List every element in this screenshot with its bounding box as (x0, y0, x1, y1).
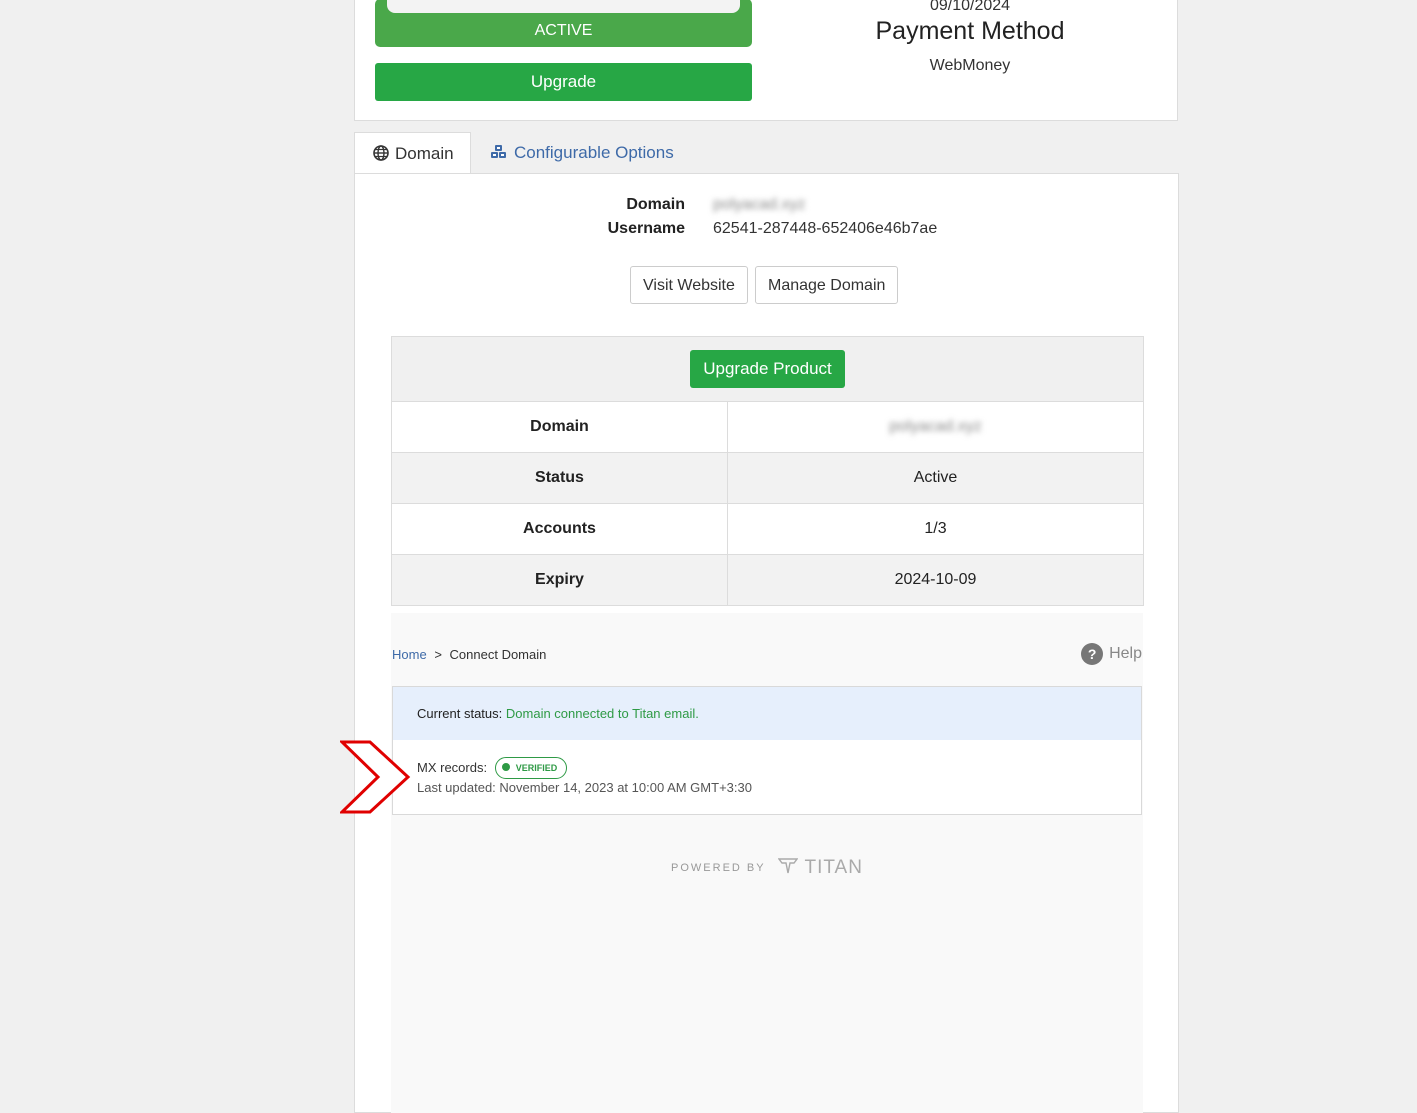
table-row: Expiry 2024-10-09 (391, 554, 1144, 606)
current-status-label: Current status: (417, 706, 503, 721)
last-updated-text: Last updated: November 14, 2023 at 10:00… (417, 780, 752, 795)
red-chevron-annotation-icon (340, 740, 411, 814)
help-link[interactable]: ? Help (1081, 643, 1142, 665)
service-summary-card: ACTIVE Upgrade 09/10/2024 Payment Method… (354, 0, 1178, 121)
status-dot-icon (501, 763, 510, 771)
row-key: Status (391, 452, 728, 504)
globe-icon (373, 145, 389, 161)
row-value: 2024-10-09 (727, 554, 1144, 606)
cubes-icon (491, 145, 506, 158)
visit-website-button[interactable]: Visit Website (630, 266, 748, 304)
tab-configurable-options-label: Configurable Options (514, 143, 674, 162)
powered-by-titan: POWERED BY TITAN (391, 857, 1143, 879)
mx-records-row: MX records: VERIFIED (417, 757, 568, 779)
titan-connect-domain-frame: Home > Connect Domain ? Help Current stat… (391, 613, 1143, 1113)
row-value: polyacad.xyz (727, 401, 1144, 453)
current-status-header: Current status: Domain connected to Tita… (393, 687, 1141, 740)
table-row: Accounts 1/3 (391, 503, 1144, 555)
username-value: 62541-287448-652406e46b7ae (713, 220, 938, 237)
question-circle-icon: ? (1081, 643, 1104, 665)
breadcrumb-current: Connect Domain (449, 647, 547, 662)
domain-tab-panel: Domain polyacad.xyz Username 62541-28744… (354, 173, 1179, 1113)
help-label: Help (1109, 645, 1142, 663)
status-label: ACTIVE (534, 22, 593, 39)
status-indicator: ACTIVE (375, 0, 752, 47)
tab-configurable-options[interactable]: Configurable Options (490, 132, 674, 174)
powered-by-label: POWERED BY (671, 862, 766, 874)
row-value: 1/3 (727, 503, 1144, 555)
due-date: 09/10/2024 (929, 0, 1011, 14)
row-key: Expiry (391, 554, 728, 606)
row-key: Domain (391, 401, 728, 453)
current-status-value: Domain connected to Titan email. (505, 706, 699, 721)
connection-status-box: Current status: Domain connected to Tita… (392, 686, 1142, 815)
verified-badge-label: VERIFIED (515, 763, 558, 773)
table-row: Domain polyacad.xyz (391, 401, 1144, 453)
payment-method-title: Payment Method (875, 17, 1065, 45)
breadcrumb-home-link[interactable]: Home (392, 647, 427, 662)
row-value: Active (727, 452, 1144, 504)
upgrade-product-button[interactable]: Upgrade Product (690, 350, 845, 388)
active-status-bar: ACTIVE (375, 0, 752, 47)
titan-logo-icon (778, 858, 799, 874)
upgrade-button[interactable]: Upgrade (375, 63, 752, 101)
row-key: Accounts (391, 503, 728, 555)
product-details-table: Upgrade Product Domain polyacad.xyz Stat… (391, 336, 1144, 606)
breadcrumb: Home > Connect Domain (392, 647, 546, 662)
titan-brand: TITAN (804, 857, 863, 878)
mx-records-label: MX records: (417, 760, 488, 775)
payment-method-value: WebMoney (929, 57, 1011, 74)
tab-domain-label: Domain (395, 144, 454, 163)
table-row: Status Active (391, 452, 1144, 504)
breadcrumb-separator: > (434, 647, 442, 662)
verified-badge: VERIFIED (494, 757, 568, 779)
tab-domain[interactable]: Domain (354, 132, 471, 174)
manage-domain-button[interactable]: Manage Domain (755, 266, 899, 304)
username-label: Username (607, 220, 685, 237)
domain-value: polyacad.xyz (713, 196, 806, 213)
domain-label: Domain (626, 196, 685, 213)
